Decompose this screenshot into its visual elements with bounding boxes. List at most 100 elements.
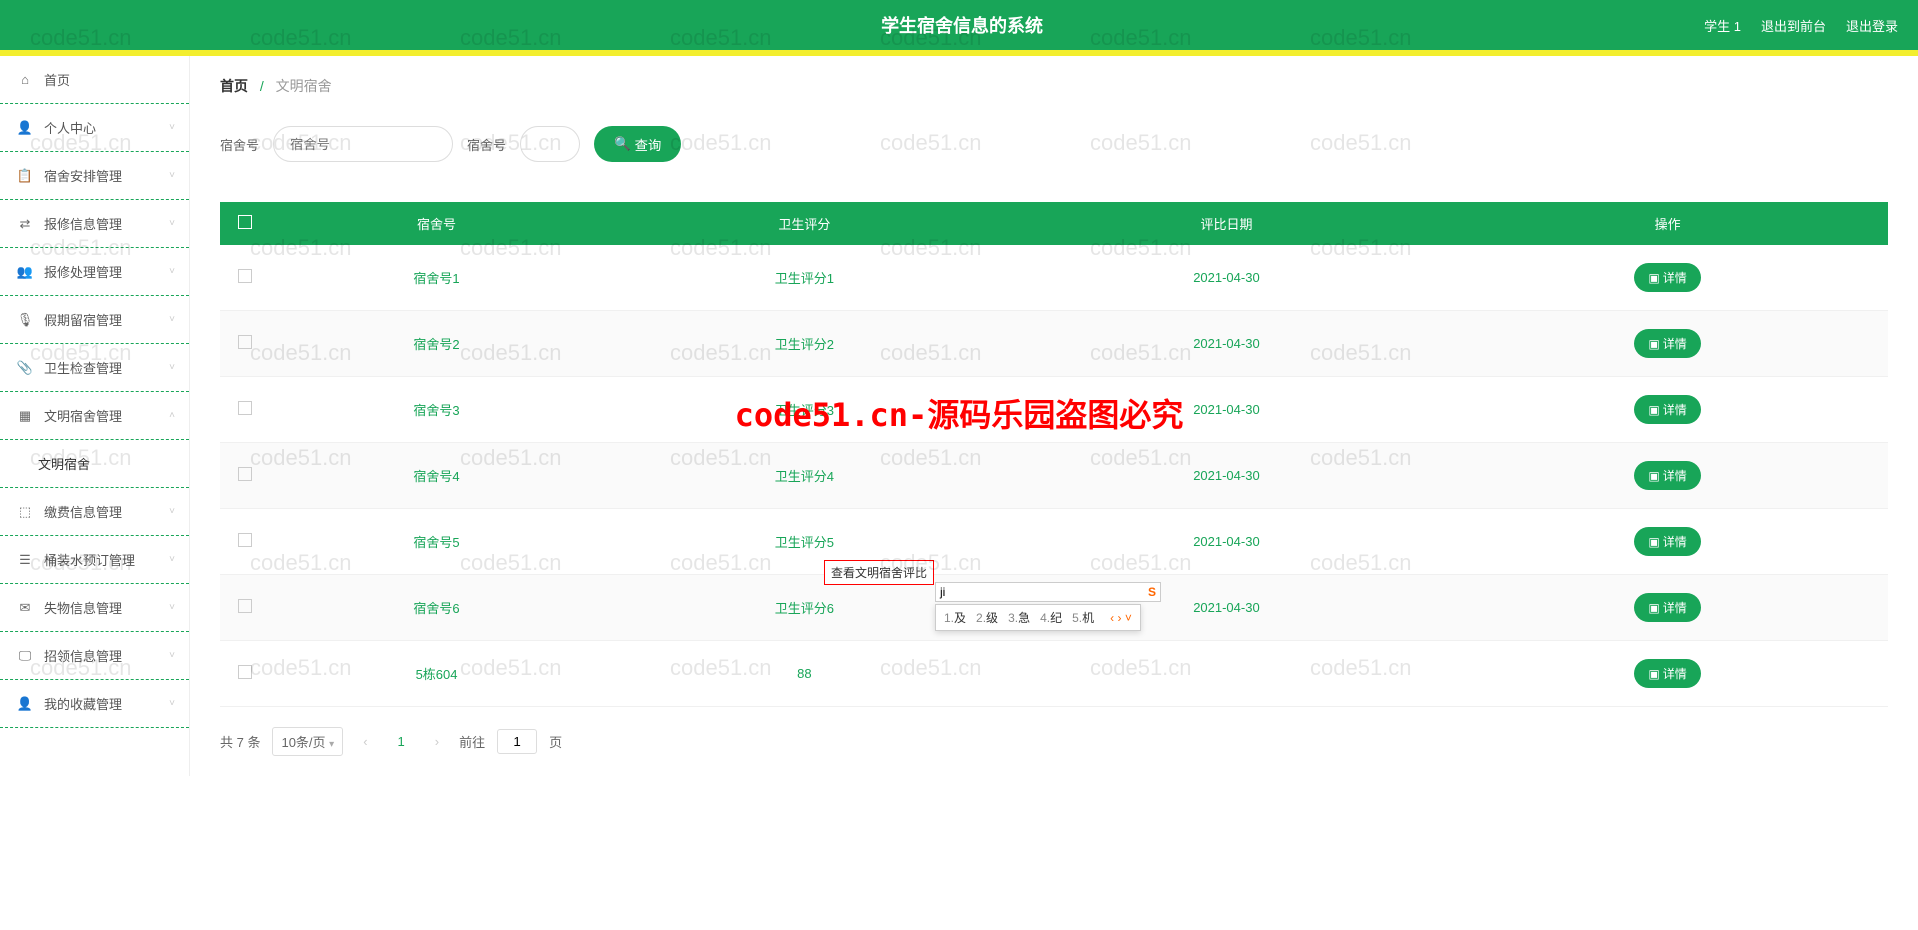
row-checkbox[interactable] — [238, 599, 252, 613]
page-next[interactable]: › — [427, 730, 447, 753]
ime-candidate[interactable]: 5.机 — [1072, 609, 1094, 626]
mic-icon: 🎙 — [16, 312, 34, 328]
scan-icon: ⬚ — [16, 504, 34, 520]
cell-date: 2021-04-30 — [1006, 509, 1448, 575]
doc-icon: ▦ — [16, 408, 34, 424]
clip-icon: 📎 — [16, 360, 34, 376]
chevron-down-icon: ˅ — [169, 362, 175, 373]
chevron-down-icon: ˅ — [169, 170, 175, 181]
user-icon: 👤 — [16, 120, 34, 136]
page-number[interactable]: 1 — [388, 730, 415, 753]
sidebar-item[interactable]: ☰桶装水预订管理˅ — [0, 536, 189, 584]
chevron-down-icon: ˅ — [169, 218, 175, 229]
search-input-2[interactable] — [520, 126, 580, 162]
search-label-2: 宿舍号 — [467, 135, 506, 154]
sidebar-item-label: 报修处理管理 — [44, 262, 122, 281]
table-row: 宿舍号1 卫生评分1 2021-04-30 ▣ 详情 — [220, 245, 1888, 311]
sidebar-item[interactable]: 👤 个人中心 ˅ — [0, 104, 189, 152]
row-checkbox[interactable] — [238, 665, 252, 679]
home-icon: ⌂ — [16, 72, 34, 87]
row-checkbox[interactable] — [238, 335, 252, 349]
sidebar-sub-item[interactable]: 文明宿舍 — [0, 440, 189, 488]
sidebar-item[interactable]: 📎卫生检查管理˅ — [0, 344, 189, 392]
data-table: 宿舍号卫生评分评比日期操作 宿舍号1 卫生评分1 2021-04-30 ▣ 详情… — [220, 202, 1888, 707]
chevron-down-icon: ˅ — [169, 122, 175, 133]
sidebar-item-label: 假期留宿管理 — [44, 310, 122, 329]
detail-button[interactable]: ▣ 详情 — [1634, 329, 1700, 358]
screen-icon: 🖵 — [16, 648, 34, 664]
tool-icon: ⇄ — [16, 216, 34, 232]
page-goto-input[interactable] — [497, 729, 537, 754]
cell-score: 卫生评分1 — [603, 245, 1006, 311]
detail-icon: ▣ — [1648, 337, 1659, 351]
row-checkbox[interactable] — [238, 533, 252, 547]
table-header — [220, 202, 270, 245]
breadcrumb-current: 文明宿舍 — [276, 78, 332, 94]
mail-icon: ✉ — [16, 600, 34, 616]
ime-input: ji S — [935, 582, 1161, 602]
table-header: 卫生评分 — [603, 202, 1006, 245]
cell-date: 2021-04-30 — [1006, 443, 1448, 509]
app-header: 学生宿舍信息的系统 学生 1 退出到前台 退出登录 — [0, 0, 1918, 50]
detail-button[interactable]: ▣ 详情 — [1634, 461, 1700, 490]
sidebar-item-label: 文明宿舍管理 — [44, 406, 122, 425]
sidebar-item-label: 个人中心 — [44, 118, 96, 137]
table-row: 宿舍号5 卫生评分5 2021-04-30 ▣ 详情 — [220, 509, 1888, 575]
sidebar-item[interactable]: ⇄ 报修信息管理 ˅ — [0, 200, 189, 248]
ime-page-arrows[interactable]: ‹ › ˅ — [1110, 611, 1132, 625]
chevron-down-icon: ˅ — [169, 602, 175, 613]
sidebar-item-label: 报修信息管理 — [44, 214, 122, 233]
detail-button[interactable]: ▣ 详情 — [1634, 263, 1700, 292]
ime-candidate[interactable]: 4.纪 — [1040, 609, 1062, 626]
sidebar-item-label: 我的收藏管理 — [44, 694, 122, 713]
sidebar-item[interactable]: 📋宿舍安排管理˅ — [0, 152, 189, 200]
select-all-checkbox[interactable] — [238, 215, 252, 229]
row-checkbox[interactable] — [238, 467, 252, 481]
chevron-down-icon: ˅ — [169, 314, 175, 325]
sidebar-item[interactable]: ⌂ 首页 — [0, 56, 189, 104]
sidebar-item-label: 首页 — [44, 70, 70, 89]
ime-candidates[interactable]: 1.及 2.级 3.急 4.纪 5.机 ‹ › ˅ — [935, 604, 1141, 631]
sidebar-item[interactable]: ⬚缴费信息管理˅ — [0, 488, 189, 536]
sidebar-item[interactable]: 🎙 假期留宿管理 ˅ — [0, 296, 189, 344]
detail-button[interactable]: ▣ 详情 — [1634, 527, 1700, 556]
cell-score: 卫生评分4 — [603, 443, 1006, 509]
search-icon: 🔍 — [614, 136, 631, 152]
sidebar-item[interactable]: ✉ 失物信息管理 ˅ — [0, 584, 189, 632]
sidebar-item[interactable]: 👤我的收藏管理˅ — [0, 680, 189, 728]
sidebar-item[interactable]: 👥报修处理管理˅ — [0, 248, 189, 296]
page-size-select[interactable]: 10条/页 ▾ — [272, 727, 343, 756]
search-button[interactable]: 🔍 查询 — [594, 126, 681, 162]
sidebar-item-label: 缴费信息管理 — [44, 502, 122, 521]
detail-icon: ▣ — [1648, 469, 1659, 483]
ime-candidate[interactable]: 1.及 — [944, 609, 966, 626]
cell-dorm: 5栋604 — [270, 641, 603, 707]
row-checkbox[interactable] — [238, 269, 252, 283]
cell-dorm: 宿舍号3 — [270, 377, 603, 443]
page-prev[interactable]: ‹ — [355, 730, 375, 753]
table-row: 宿舍号4 卫生评分4 2021-04-30 ▣ 详情 — [220, 443, 1888, 509]
sidebar-item[interactable]: 🖵招领信息管理˅ — [0, 632, 189, 680]
detail-button[interactable]: ▣ 详情 — [1634, 659, 1700, 688]
detail-button[interactable]: ▣ 详情 — [1634, 395, 1700, 424]
header-logout[interactable]: 退出登录 — [1846, 16, 1898, 35]
breadcrumb-home[interactable]: 首页 — [220, 78, 248, 94]
user2-icon: 👥 — [16, 264, 34, 280]
cell-date: 2021-04-30 — [1006, 377, 1448, 443]
cell-score: 88 — [603, 641, 1006, 707]
header-to-front[interactable]: 退出到前台 — [1761, 16, 1826, 35]
sidebar-item[interactable]: ▦文明宿舍管理˄ — [0, 392, 189, 440]
table-row: 宿舍号2 卫生评分2 2021-04-30 ▣ 详情 — [220, 311, 1888, 377]
detail-icon: ▣ — [1648, 535, 1659, 549]
star-icon: 👤 — [16, 696, 34, 712]
ime-candidate[interactable]: 3.急 — [1008, 609, 1030, 626]
detail-button[interactable]: ▣ 详情 — [1634, 593, 1700, 622]
ime-candidate[interactable]: 2.级 — [976, 609, 998, 626]
chevron-down-icon: ▾ — [329, 739, 334, 750]
sidebar-item-label: 失物信息管理 — [44, 598, 122, 617]
header-user[interactable]: 学生 1 — [1704, 16, 1741, 35]
search-input-1[interactable] — [273, 126, 453, 162]
cell-dorm: 宿舍号4 — [270, 443, 603, 509]
sidebar: ⌂首页👤个人中心˅📋宿舍安排管理˅⇄报修信息管理˅👥报修处理管理˅🎙假期留宿管理… — [0, 56, 190, 776]
row-checkbox[interactable] — [238, 401, 252, 415]
